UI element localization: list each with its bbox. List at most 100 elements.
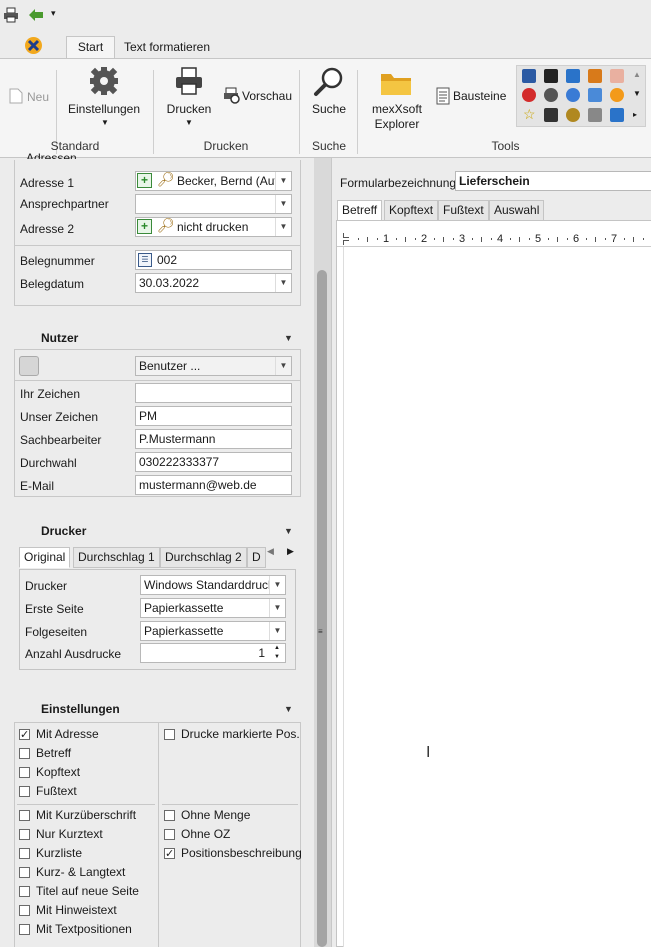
checkbox-label[interactable]: Titel auf neue Seite <box>36 884 139 898</box>
email-field[interactable]: mustermann@web.de <box>135 475 292 495</box>
anzahl-stepper[interactable]: 1 ▲ ▼ <box>140 643 286 663</box>
drucker-select[interactable]: Windows Standarddruck ▼ <box>140 575 286 595</box>
user-select[interactable]: Benutzer ... ▼ <box>135 356 292 376</box>
checkbox[interactable] <box>164 810 175 821</box>
checkbox[interactable] <box>19 924 30 935</box>
tool-blue-ball-icon[interactable] <box>566 88 580 102</box>
tool-gold-ball-icon[interactable] <box>566 108 580 122</box>
drucker-section-title[interactable]: Drucker <box>41 524 86 538</box>
checkbox[interactable] <box>19 848 30 859</box>
tab-durchschlag-3[interactable]: D <box>247 547 266 568</box>
checkbox[interactable] <box>164 729 175 740</box>
tab-scroll-right-icon[interactable]: ▶ <box>287 546 294 557</box>
editor-area[interactable]: I <box>336 220 651 947</box>
tool-edit-icon[interactable] <box>588 108 602 122</box>
checkbox-label[interactable]: Ohne Menge <box>181 808 250 822</box>
collapse-icon[interactable]: ▼ <box>284 333 293 343</box>
checkbox[interactable] <box>164 829 175 840</box>
tab-durchschlag-2[interactable]: Durchschlag 2 <box>160 547 247 568</box>
nutzer-section-title[interactable]: Nutzer <box>41 331 78 345</box>
checkbox[interactable] <box>19 886 30 897</box>
checkbox-label[interactable]: Mit Kurzüberschrift <box>36 808 136 822</box>
checkbox[interactable] <box>19 767 30 778</box>
belegnummer-field[interactable]: 002 <box>135 250 292 270</box>
splitter-grip-icon[interactable]: ≡ <box>318 628 323 636</box>
checkbox-label[interactable]: Kurzliste <box>36 846 82 860</box>
tool-dr-icon[interactable] <box>544 108 558 122</box>
checkbox[interactable] <box>19 786 30 797</box>
checkbox-label[interactable]: Mit Hinweistext <box>36 903 117 917</box>
ansprechpartner-select[interactable]: ▼ <box>135 194 292 214</box>
checkbox[interactable] <box>19 905 30 916</box>
checkbox[interactable] <box>19 810 30 821</box>
chevron-down-icon[interactable]: ▼ <box>275 195 291 213</box>
tab-original[interactable]: Original <box>19 547 71 568</box>
collapse-icon[interactable]: ▼ <box>284 526 293 536</box>
collapse-icon[interactable]: ▼ <box>284 704 293 714</box>
tool-cd-red-icon[interactable] <box>610 69 624 83</box>
checkbox-label[interactable]: Nur Kurztext <box>36 827 103 841</box>
belegdatum-field[interactable]: 30.03.2022 ▼ <box>135 273 292 293</box>
splitter-scroll-thumb[interactable] <box>317 270 327 947</box>
checkbox[interactable] <box>19 748 30 759</box>
checkbox[interactable] <box>19 867 30 878</box>
checkbox-label[interactable]: Fußtext <box>36 784 77 798</box>
unser-zeichen-field[interactable]: PM <box>135 406 292 426</box>
chevron-down-icon[interactable]: ▼ <box>269 622 285 640</box>
tool-star-icon[interactable]: ☆ <box>523 106 536 123</box>
tool-blue-square-icon[interactable] <box>588 88 602 102</box>
gallery-down-icon[interactable]: ▼ <box>633 89 641 98</box>
einstellungen-button[interactable]: Einstellungen <box>64 102 144 116</box>
checkbox-label[interactable]: Positionsbeschreibung <box>181 846 302 860</box>
chevron-down-icon[interactable]: ▼ <box>275 274 291 292</box>
gallery-more-icon[interactable]: ▸ <box>633 110 637 119</box>
formularbezeichnung-field[interactable]: Lieferschein <box>455 171 651 191</box>
tab-durchschlag-1[interactable]: Durchschlag 1 <box>73 547 160 568</box>
tool-gray-ball-icon[interactable] <box>544 88 558 102</box>
search-address-icon[interactable]: 🔎︎ <box>157 171 175 188</box>
erste-seite-select[interactable]: Papierkassette ▼ <box>140 598 286 618</box>
tab-kopftext[interactable]: Kopftext <box>384 200 439 221</box>
chevron-down-icon[interactable]: ▼ <box>269 599 285 617</box>
checkbox-label[interactable]: Betreff <box>36 746 71 760</box>
tab-scroll-left-icon[interactable]: ◀ <box>267 546 274 557</box>
add-address-icon[interactable]: + <box>137 173 152 188</box>
suche-button[interactable]: Suche <box>308 102 350 116</box>
checkbox[interactable] <box>19 829 30 840</box>
app-menu-icon[interactable] <box>24 36 43 55</box>
explorer-button-line2[interactable]: Explorer <box>362 117 432 131</box>
checkbox-label[interactable]: Mit Adresse <box>36 727 99 741</box>
checkbox[interactable]: ✓ <box>164 848 175 860</box>
printer-icon[interactable] <box>3 7 19 23</box>
add-address-icon[interactable]: + <box>137 219 152 234</box>
tool-red-circle-icon[interactable] <box>522 88 536 102</box>
checkbox-label[interactable]: Drucke markierte Pos. <box>181 727 300 741</box>
user-avatar-button[interactable] <box>19 356 39 376</box>
chevron-down-icon[interactable]: ▼ <box>269 576 285 594</box>
customize-qat-icon[interactable]: ▾ <box>51 8 56 19</box>
gallery-up-icon[interactable]: ▲ <box>633 70 641 79</box>
bausteine-button[interactable]: Bausteine <box>453 89 506 103</box>
tool-cd-icon[interactable] <box>544 69 558 83</box>
stepper-up-icon[interactable]: ▲ <box>270 644 284 653</box>
tab-betreff[interactable]: Betreff <box>337 200 383 221</box>
editor-page[interactable] <box>343 247 651 947</box>
tab-text-formatieren[interactable]: Text formatieren <box>124 40 210 58</box>
tool-n-icon[interactable] <box>522 69 536 83</box>
tool-edit-blue-icon[interactable] <box>610 108 624 122</box>
tab-fusstext[interactable]: Fußtext <box>438 200 489 221</box>
ihr-zeichen-field[interactable] <box>135 383 292 403</box>
stepper-down-icon[interactable]: ▼ <box>270 653 284 662</box>
checkbox-label[interactable]: Ohne OZ <box>181 827 230 841</box>
checkbox-label[interactable]: Mit Textpositionen <box>36 922 132 936</box>
tab-start[interactable]: Start <box>66 36 115 59</box>
tool-cd-orange-icon[interactable] <box>588 69 602 83</box>
tool-orange-ring-icon[interactable] <box>610 88 624 102</box>
folgeseiten-select[interactable]: Papierkassette ▼ <box>140 621 286 641</box>
drucken-button[interactable]: Drucken <box>159 102 219 116</box>
einstellungen-section-title[interactable]: Einstellungen <box>41 702 120 716</box>
search-address-icon[interactable]: 🔎︎ <box>157 217 175 234</box>
chevron-down-icon[interactable]: ▼ <box>275 357 291 375</box>
checkbox-label[interactable]: Kopftext <box>36 765 80 779</box>
new-document-icon[interactable] <box>9 88 23 104</box>
